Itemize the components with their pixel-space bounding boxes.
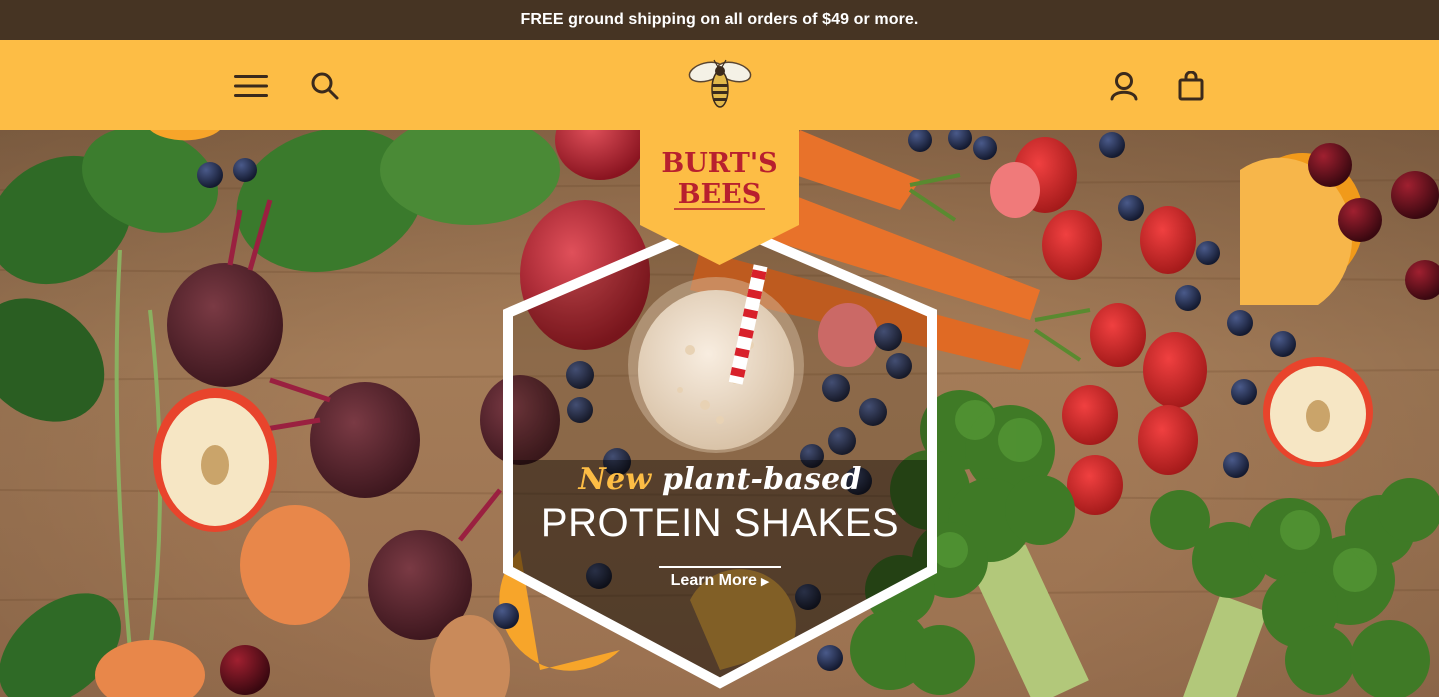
headline-rest: plant-based [662,462,862,497]
play-triangle-icon: ▶ [760,576,770,588]
search-icon [311,72,339,100]
menu-button[interactable] [231,66,271,106]
brand-line2: BEES [678,179,761,210]
learn-more-label: Learn More [670,572,757,589]
hero-title: PROTEIN SHAKES [540,501,900,545]
cart-button[interactable] [1171,66,1211,106]
promo-banner: FREE ground shipping on all orders of $4… [0,0,1439,40]
brand-line1: BURT'S [661,148,777,179]
hamburger-menu-icon [234,75,268,97]
hero-copy: New plant-based PROTEIN SHAKES Learn Mor… [500,462,940,590]
hero-headline: New plant-based [500,462,940,497]
shopping-bag-icon [1178,71,1204,101]
bee-logo-icon[interactable] [686,54,754,112]
search-button[interactable] [305,66,345,106]
account-icon [1110,72,1138,101]
brand-logo-tag[interactable]: BURT'S BEES [640,130,799,265]
promo-text: FREE ground shipping on all orders of $4… [520,11,919,28]
learn-more-link[interactable]: Learn More ▶ [658,566,782,590]
site-header [0,40,1439,130]
headline-accent: New [578,462,652,497]
account-button[interactable] [1104,66,1144,106]
